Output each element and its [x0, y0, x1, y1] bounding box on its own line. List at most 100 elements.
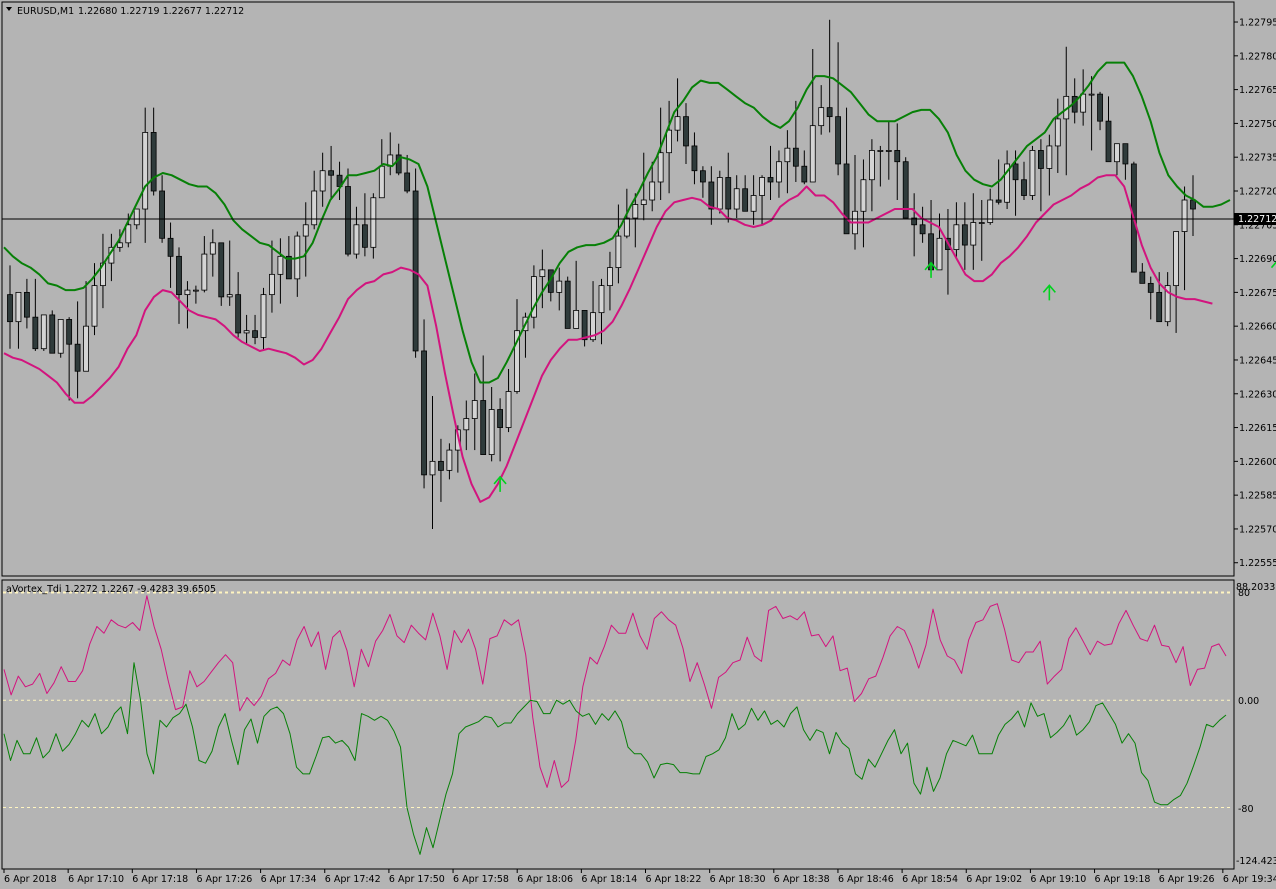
time-axis-label: 6 Apr 17:18	[132, 874, 188, 885]
price-axis-label: 1.22735	[1239, 153, 1276, 164]
bull-candle-body	[91, 285, 98, 327]
price-axis-label: 1.22675	[1239, 288, 1276, 299]
bear-candle-body	[285, 255, 292, 280]
bull-candle-body	[953, 224, 960, 250]
price-axis-label: 1.22615	[1239, 423, 1276, 434]
bull-candle-body	[1088, 93, 1095, 96]
bull-candle-body	[539, 269, 546, 278]
bull-candle-body	[125, 224, 132, 244]
bull-candle-body	[15, 291, 22, 323]
bull-candle-body	[243, 330, 250, 334]
bear-candle-body	[564, 280, 571, 329]
bear-candle-body	[708, 181, 715, 210]
bull-candle-body	[666, 129, 672, 154]
bull-candle-body	[353, 224, 360, 255]
indicator-panel[interactable]: aVortex_Tdi 1.2272 1.2267 -9.4283 39.650…	[1, 579, 1276, 870]
bear-candle-body	[919, 224, 926, 235]
price-axis-label: 1.22585	[1239, 491, 1276, 502]
bear-candle-body	[691, 145, 698, 172]
bear-candle-body	[66, 319, 73, 345]
bull-candle-body	[776, 161, 782, 183]
bull-candle-body	[733, 188, 740, 210]
bull-candle-body	[877, 150, 884, 152]
bear-candle-body	[995, 199, 1002, 203]
bear-candle-body	[32, 316, 39, 350]
candle	[57, 319, 64, 358]
bear-candle-body	[801, 165, 808, 183]
candle	[49, 310, 56, 354]
bull-candle-body	[885, 150, 892, 152]
price-axis-label: 1.22765	[1239, 85, 1276, 96]
bull-candle-body	[632, 204, 639, 219]
bear-candle-body	[497, 409, 504, 428]
indicator-zero-label: 0.00	[1238, 696, 1259, 707]
bull-candle-body	[598, 285, 605, 314]
indicator-header: aVortex_Tdi 1.2272 1.2267 -9.4283 39.650…	[6, 584, 216, 595]
bull-candle-body	[40, 314, 47, 350]
bull-candle-body	[57, 319, 64, 354]
bull-candle-body	[1181, 199, 1188, 232]
bull-candle-body	[1029, 150, 1036, 196]
bull-candle-body	[573, 310, 580, 329]
time-axis-label: 6 Apr 17:26	[196, 874, 252, 885]
price-axis-label: 1.22645	[1239, 355, 1276, 366]
bear-candle-body	[1139, 271, 1146, 284]
bear-candle-body	[176, 255, 182, 296]
bear-candle-body	[1122, 143, 1129, 165]
bull-candle-body	[226, 294, 233, 298]
bear-candle-body	[683, 116, 689, 147]
bull-candle-body	[463, 418, 470, 431]
candle	[40, 314, 47, 351]
bull-candle-body	[936, 237, 943, 271]
bear-candle-body	[843, 163, 850, 235]
bull-candle-body	[860, 179, 867, 212]
bull-candle-body	[201, 253, 208, 291]
time-axis-label: 6 Apr 18:22	[646, 874, 702, 885]
time-axis-label: 6 Apr 19:02	[966, 874, 1022, 885]
time-axis-label: 6 Apr 18:30	[710, 874, 766, 885]
indicator-area[interactable]	[1, 579, 1235, 870]
bear-candle-body	[826, 107, 833, 118]
candle	[1029, 145, 1036, 201]
time-axis-label: 6 Apr 17:10	[68, 874, 124, 885]
bear-candle-body	[421, 350, 427, 476]
bear-candle-body	[1190, 199, 1196, 210]
bull-candle-body	[311, 190, 318, 226]
time-axis-label: 6 Apr 18:54	[902, 874, 958, 885]
bull-candle-body	[302, 224, 309, 237]
bull-candle-body	[784, 147, 791, 163]
bear-candle-body	[792, 147, 799, 167]
bull-candle-body	[615, 235, 622, 268]
bull-candle-body	[623, 217, 630, 237]
bear-candle-body	[361, 224, 368, 248]
bull-candle-body	[818, 107, 825, 127]
price-axis-label: 1.22750	[1239, 119, 1276, 130]
candle	[218, 242, 225, 306]
price-axis-label: 1.22720	[1239, 186, 1276, 197]
bull-candle-body	[1114, 143, 1120, 163]
main-chart-panel[interactable]: EURUSD,M1 1.22680 1.22719 1.22677 1.2271…	[1, 1, 1276, 577]
indicator-upper-level-label: 80	[1238, 588, 1250, 599]
time-axis-label: 6 Apr 17:34	[261, 874, 317, 885]
bull-candle-body	[869, 150, 875, 181]
price-axis-label: 1.22780	[1239, 51, 1276, 62]
bear-candle-body	[835, 116, 841, 165]
bull-candle-body	[1173, 231, 1179, 287]
bear-candle-body	[894, 150, 901, 163]
bear-candle-body	[1021, 179, 1027, 196]
mt4-chart-window[interactable]: EURUSD,M1 1.22680 1.22719 1.22677 1.2271…	[0, 0, 1276, 889]
bull-candle-body	[716, 177, 723, 210]
bull-candle-body	[1080, 93, 1087, 113]
indicator-min-label: -124.4235	[1236, 856, 1276, 867]
bull-candle-body	[556, 280, 563, 293]
bull-candle-body	[657, 152, 664, 183]
bear-candle-body	[7, 294, 13, 323]
time-axis-label: 6 Apr 19:26	[1159, 874, 1215, 885]
bear-candle-body	[252, 330, 258, 338]
bull-candle-body	[488, 409, 495, 455]
bull-candle-body	[446, 449, 453, 471]
bull-candle-body	[260, 294, 267, 338]
time-axis-label: 6 Apr 18:46	[838, 874, 894, 885]
bull-candle-body	[133, 208, 140, 226]
bull-candle-body	[471, 400, 478, 419]
